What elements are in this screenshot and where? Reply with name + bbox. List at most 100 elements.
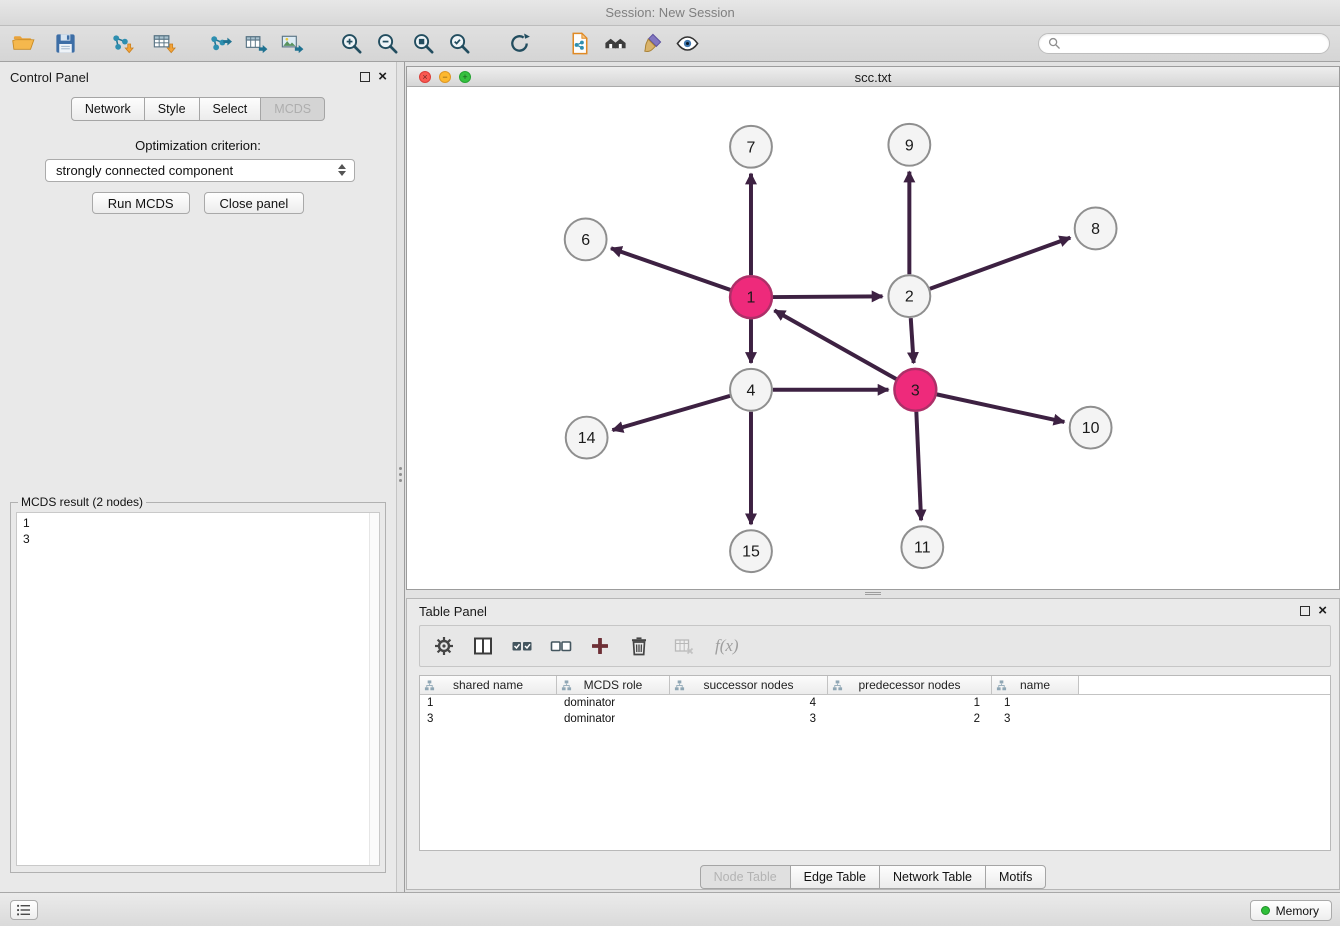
tab-motifs[interactable]: Motifs: [985, 865, 1046, 889]
graph-edge-1-6[interactable]: [611, 248, 730, 290]
column-header-predecessor-nodes[interactable]: predecessor nodes: [828, 676, 992, 694]
delete-table-icon: [673, 635, 695, 657]
column-header-shared-name[interactable]: shared name: [420, 676, 557, 694]
tab-edge-table[interactable]: Edge Table: [790, 865, 880, 889]
network-view-window: × − + scc.txt 7 9 6 8 1 2 4 3 14 10 15 11: [406, 66, 1340, 590]
import-network-button[interactable]: [106, 29, 136, 59]
float-panel-icon[interactable]: [360, 72, 370, 82]
zoom-fit-button[interactable]: [408, 29, 438, 59]
select-all-columns-button[interactable]: [510, 634, 534, 658]
network-window-titlebar[interactable]: × − + scc.txt: [407, 67, 1339, 87]
graph-node-1[interactable]: 1: [730, 276, 772, 318]
import-table-button[interactable]: [148, 29, 178, 59]
graph-node-14[interactable]: 14: [566, 417, 608, 459]
control-panel-tabs: Network Style Select MCDS: [0, 97, 396, 121]
export-image-button[interactable]: [276, 29, 306, 59]
graph-edge-4-14[interactable]: [612, 396, 730, 430]
graph-node-2[interactable]: 2: [888, 275, 930, 317]
zoom-fit-icon: [411, 31, 436, 56]
tab-node-table[interactable]: Node Table: [700, 865, 791, 889]
delete-column-button[interactable]: [627, 634, 651, 658]
node-table: shared nameMCDS rolesuccessor nodesprede…: [419, 675, 1331, 851]
memory-button[interactable]: Memory: [1250, 900, 1332, 921]
export-table-button[interactable]: [240, 29, 270, 59]
table-cell[interactable]: 1: [420, 697, 557, 709]
close-panel-button[interactable]: Close panel: [204, 192, 305, 214]
mcds-result-list[interactable]: 1 3: [16, 512, 380, 866]
list-icon: [16, 904, 32, 916]
network-canvas[interactable]: 7 9 6 8 1 2 4 3 14 10 15 11: [407, 88, 1339, 589]
create-column-button[interactable]: [588, 634, 612, 658]
tab-network-table[interactable]: Network Table: [879, 865, 986, 889]
column-header-successor-nodes[interactable]: successor nodes: [670, 676, 828, 694]
graph-node-label: 14: [578, 430, 596, 447]
save-session-button[interactable]: [50, 29, 80, 59]
table-cell[interactable]: dominator: [557, 713, 670, 725]
table-cell[interactable]: 1: [828, 697, 992, 709]
export-image-icon: [279, 31, 304, 56]
graph-edge-3-10[interactable]: [937, 394, 1065, 422]
graph-node-3[interactable]: 3: [894, 369, 936, 411]
column-sort-icon: [674, 680, 685, 691]
search-input[interactable]: [1066, 37, 1320, 51]
export-network-button[interactable]: [204, 29, 234, 59]
open-session-button[interactable]: [8, 29, 38, 59]
table-cell[interactable]: 2: [828, 713, 992, 725]
scrollbar[interactable]: [369, 513, 379, 865]
graph-edge-2-3[interactable]: [911, 318, 914, 363]
graph-node-6[interactable]: 6: [565, 218, 607, 260]
tab-network[interactable]: Network: [71, 97, 145, 121]
import-table-icon: [151, 31, 176, 56]
panel-splitter[interactable]: [396, 62, 405, 892]
table-cell[interactable]: dominator: [557, 697, 670, 709]
zoom-selected-button[interactable]: [444, 29, 474, 59]
optimization-criterion-label: Optimization criterion:: [0, 138, 396, 153]
tab-select[interactable]: Select: [199, 97, 262, 121]
task-history-button[interactable]: [10, 900, 38, 920]
control-panel-title: Control Panel: [10, 70, 89, 85]
close-panel-icon[interactable]: ×: [378, 71, 387, 82]
horizontal-splitter-grip-icon[interactable]: [865, 592, 881, 595]
graph-node-11[interactable]: 11: [901, 526, 943, 568]
criterion-select[interactable]: strongly connected component: [45, 159, 355, 182]
column-header-MCDS-role[interactable]: MCDS role: [557, 676, 670, 694]
close-table-panel-icon[interactable]: ×: [1318, 605, 1327, 616]
zoom-in-button[interactable]: [336, 29, 366, 59]
table-settings-button[interactable]: [432, 634, 456, 658]
graph-node-15[interactable]: 15: [730, 530, 772, 572]
graph-edge-3-11[interactable]: [916, 412, 921, 521]
graph-edge-3-1[interactable]: [774, 310, 896, 379]
table-row[interactable]: 3dominator323: [420, 711, 1330, 727]
graph-edge-2-8[interactable]: [930, 238, 1070, 289]
table-cell[interactable]: 3: [420, 713, 557, 725]
table-cell[interactable]: 3: [670, 713, 828, 725]
float-table-panel-icon[interactable]: [1300, 606, 1310, 616]
gear-icon: [433, 635, 455, 657]
show-columns-button[interactable]: [471, 634, 495, 658]
style-brush-button[interactable]: [636, 29, 666, 59]
window-titlebar[interactable]: Session: New Session: [0, 0, 1340, 26]
table-cell[interactable]: 3: [992, 713, 1079, 725]
table-cell[interactable]: 4: [670, 697, 828, 709]
zoom-out-button[interactable]: [372, 29, 402, 59]
import-database-button[interactable]: [564, 29, 594, 59]
graph-node-10[interactable]: 10: [1070, 407, 1112, 449]
graph-node-4[interactable]: 4: [730, 369, 772, 411]
column-header-name[interactable]: name: [992, 676, 1079, 694]
graph-edge-1-2[interactable]: [773, 296, 883, 297]
tab-style[interactable]: Style: [144, 97, 200, 121]
network-graph[interactable]: 7 9 6 8 1 2 4 3 14 10 15 11: [407, 88, 1339, 589]
tab-mcds[interactable]: MCDS: [260, 97, 325, 121]
table-cell[interactable]: 1: [992, 697, 1079, 709]
graph-node-7[interactable]: 7: [730, 126, 772, 168]
first-neighbors-button[interactable]: [600, 29, 630, 59]
table-row[interactable]: 1dominator411: [420, 695, 1330, 711]
show-hide-button[interactable]: [672, 29, 702, 59]
network-window-title: scc.txt: [407, 70, 1339, 85]
search-field[interactable]: [1038, 33, 1330, 54]
deselect-all-columns-button[interactable]: [549, 634, 573, 658]
run-mcds-button[interactable]: Run MCDS: [92, 192, 190, 214]
graph-node-9[interactable]: 9: [888, 124, 930, 166]
graph-node-8[interactable]: 8: [1075, 208, 1117, 250]
apply-layout-button[interactable]: [504, 29, 534, 59]
